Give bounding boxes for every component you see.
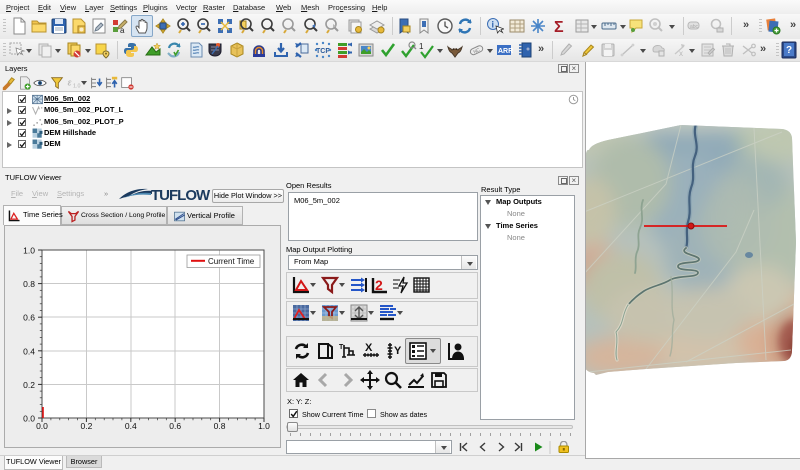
svg-text:1.0: 1.0 bbox=[258, 421, 270, 431]
svg-text:abc: abc bbox=[690, 24, 699, 30]
svg-text:2: 2 bbox=[375, 277, 383, 293]
svg-text:x: x bbox=[679, 49, 683, 58]
svg-text:0.8: 0.8 bbox=[214, 421, 226, 431]
svg-text:0.4: 0.4 bbox=[125, 421, 137, 431]
svg-text:Y: Y bbox=[394, 345, 402, 357]
svg-text:1.0: 1.0 bbox=[73, 83, 80, 89]
svg-text:0.0: 0.0 bbox=[36, 421, 48, 431]
svg-text:0.6: 0.6 bbox=[169, 421, 181, 431]
svg-text:TUFLOW: TUFLOW bbox=[151, 187, 211, 203]
svg-text:0.0: 0.0 bbox=[23, 414, 35, 424]
svg-text:0.4: 0.4 bbox=[23, 346, 35, 356]
svg-text:1: 1 bbox=[419, 42, 424, 51]
svg-text:TCP: TCP bbox=[316, 48, 330, 55]
svg-text:Σ: Σ bbox=[554, 19, 564, 35]
svg-text:ε: ε bbox=[68, 78, 72, 88]
svg-text:i: i bbox=[492, 20, 495, 30]
svg-text:1.0: 1.0 bbox=[23, 246, 35, 256]
svg-text:X: X bbox=[365, 342, 373, 354]
svg-text:0.2: 0.2 bbox=[23, 380, 35, 390]
svg-text:ARR: ARR bbox=[498, 48, 513, 55]
svg-text:0.8: 0.8 bbox=[23, 279, 35, 289]
svg-text:?: ? bbox=[786, 45, 792, 56]
svg-text:0.6: 0.6 bbox=[23, 313, 35, 323]
svg-text:Current Time: Current Time bbox=[208, 257, 255, 266]
svg-text:a: a bbox=[120, 26, 125, 35]
svg-text:0.2: 0.2 bbox=[80, 421, 92, 431]
